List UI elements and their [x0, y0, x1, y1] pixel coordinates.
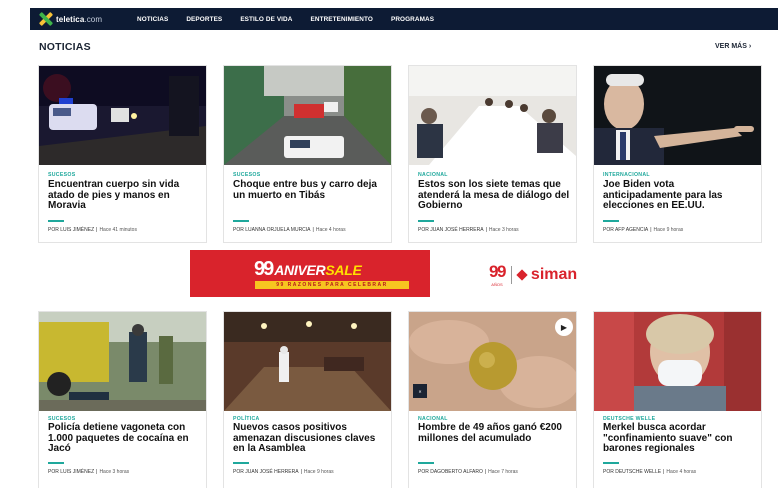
article-time: Hace 3 horas — [488, 227, 519, 233]
article-card[interactable]: NACIONAL Estos son los siete temas que a… — [409, 66, 576, 242]
nav-item-programas[interactable]: PROGRAMAS — [391, 16, 434, 23]
main-nav: NOTICIAS DEPORTES ESTILO DE VIDA ENTRETE… — [137, 16, 434, 23]
merkel-mask-photo[interactable] — [594, 312, 761, 411]
article-author[interactable]: POR AFP AGENCIA — [603, 227, 648, 233]
article-time: Hace 4 horas — [315, 227, 346, 233]
article-title[interactable]: Hombre de 49 años ganó €200 millones del… — [418, 422, 570, 444]
accent-divider — [603, 220, 619, 222]
article-card[interactable]: INTERNACIONAL Joe Biden vota anticipadam… — [594, 66, 761, 242]
article-time: Hace 3 horas — [99, 469, 130, 475]
article-author[interactable]: POR DAGOBERTO ALFARO — [418, 469, 483, 475]
top-nav-bar: teletica.com NOTICIAS DEPORTES ESTILO DE… — [30, 8, 778, 30]
article-time: Hace 4 horas — [666, 469, 697, 475]
siman-diamond-icon — [516, 268, 528, 281]
article-time: Hace 7 horas — [488, 469, 518, 475]
nav-item-deportes[interactable]: DEPORTES — [186, 16, 222, 23]
article-category: INTERNACIONAL — [603, 172, 650, 178]
accent-divider — [418, 220, 434, 222]
article-card[interactable]: SUCESOS Encuentran cuerpo sin vida atado… — [39, 66, 206, 242]
article-author[interactable]: POR LUANNA ORJUELA MURCIA — [233, 227, 311, 233]
article-title[interactable]: Estos son los siete temas que atenderá l… — [418, 179, 570, 212]
article-author[interactable]: POR LUIS JIMÉNEZ — [48, 227, 94, 233]
article-meta: POR LUIS JIMÉNEZ | Hace 3 horas — [48, 469, 130, 475]
article-meta: POR DAGOBERTO ALFARO | Hace 7 horas — [418, 469, 518, 475]
article-meta: POR AFP AGENCIA | Hace 9 horas — [603, 227, 684, 233]
article-author[interactable]: POR JUAN JOSÉ HERRERA — [233, 469, 299, 475]
siman-anniversary-ad[interactable]: 99 ANIVERSALE 99 RAZONES PARA CELEBRAR — [190, 250, 430, 297]
logo-name: teletica — [56, 14, 85, 24]
article-card[interactable]: DEUTSCHE WELLE Merkel busca acordar "con… — [594, 312, 761, 488]
teletica-logo[interactable]: teletica.com — [38, 11, 125, 27]
article-time: Hace 9 horas — [653, 227, 684, 233]
article-card[interactable]: SUCESOS Choque entre bus y carro deja un… — [224, 66, 391, 242]
accent-divider — [233, 220, 249, 222]
article-time: Hace 41 minutos — [99, 227, 137, 233]
article-category: SUCESOS — [48, 172, 76, 178]
meeting-room-photo[interactable] — [409, 66, 576, 165]
article-title[interactable]: Policía detiene vagoneta con 1.000 paque… — [48, 422, 200, 455]
article-title[interactable]: Nuevos casos positivos amenazan discusio… — [233, 422, 385, 455]
teletica-logo-icon — [38, 11, 54, 27]
article-author[interactable]: POR LUIS JIMÉNEZ — [48, 469, 94, 475]
article-card[interactable]: POLÍTICA Nuevos casos positivos amenazan… — [224, 312, 391, 488]
nav-item-noticias[interactable]: NOTICIAS — [137, 16, 168, 23]
street-crash-photo[interactable] — [224, 66, 391, 165]
siman-brand[interactable]: 99 AÑOS siman — [489, 262, 577, 287]
article-time: Hace 9 horas — [303, 469, 334, 475]
lottery-ball-photo[interactable]: ▶ ✕ — [409, 312, 576, 411]
section-title: NOTICIAS — [39, 41, 91, 53]
article-category: SUCESOS — [233, 172, 261, 178]
article-card[interactable]: SUCESOS Policía detiene vagoneta con 1.0… — [39, 312, 206, 488]
brand-divider — [510, 265, 512, 284]
police-truck-photo[interactable] — [39, 312, 206, 411]
ad-tagline: 99 RAZONES PARA CELEBRAR — [255, 281, 409, 289]
article-title[interactable]: Choque entre bus y carro deja un muerto … — [233, 179, 385, 201]
ad-word-sale: SALE — [325, 262, 362, 278]
accent-divider — [48, 462, 64, 464]
article-title[interactable]: Encuentran cuerpo sin vida atado de pies… — [48, 179, 200, 212]
accent-divider — [418, 462, 434, 464]
ad-number: 99 — [254, 258, 274, 280]
teletica-watermark-icon: ✕ — [413, 384, 427, 398]
article-meta: POR DEUTSCHE WELLE | Hace 4 horas — [603, 469, 697, 475]
play-video-icon[interactable]: ▶ — [555, 318, 573, 336]
article-author[interactable]: POR DEUTSCHE WELLE — [603, 469, 661, 475]
assembly-cleaning-photo[interactable] — [224, 312, 391, 411]
brand-number: 99 — [489, 262, 506, 281]
article-meta: POR LUANNA ORJUELA MURCIA | Hace 4 horas — [233, 227, 346, 233]
biden-photo[interactable] — [594, 66, 761, 165]
brand-name: siman — [530, 265, 578, 283]
nav-item-entretenimiento[interactable]: ENTRETENIMIENTO — [311, 16, 373, 23]
nav-item-estilo-de-vida[interactable]: ESTILO DE VIDA — [240, 16, 292, 23]
article-title[interactable]: Joe Biden vota anticipadamente para las … — [603, 179, 755, 212]
article-meta: POR LUIS JIMÉNEZ | Hace 41 minutos — [48, 227, 137, 233]
accent-divider — [48, 220, 64, 222]
article-meta: POR JUAN JOSÉ HERRERA | Hace 9 horas — [233, 469, 334, 475]
article-category: NACIONAL — [418, 172, 448, 178]
article-author[interactable]: POR JUAN JOSÉ HERRERA — [418, 227, 484, 233]
ad-word-aniver: ANIVER — [274, 262, 326, 278]
article-meta: POR JUAN JOSÉ HERRERA | Hace 3 horas — [418, 227, 519, 233]
accent-divider — [603, 462, 619, 464]
ad-headline: 99 ANIVERSALE — [254, 258, 362, 281]
see-more-link[interactable]: VER MÁS › — [715, 43, 751, 50]
brand-years: AÑOS — [491, 282, 503, 287]
logo-domain: .com — [84, 14, 103, 24]
article-card[interactable]: ▶ ✕ NACIONAL Hombre de 49 años ganó €200… — [409, 312, 576, 488]
article-title[interactable]: Merkel busca acordar "confinamiento suav… — [603, 422, 755, 455]
police-night-photo[interactable] — [39, 66, 206, 165]
accent-divider — [233, 462, 249, 464]
